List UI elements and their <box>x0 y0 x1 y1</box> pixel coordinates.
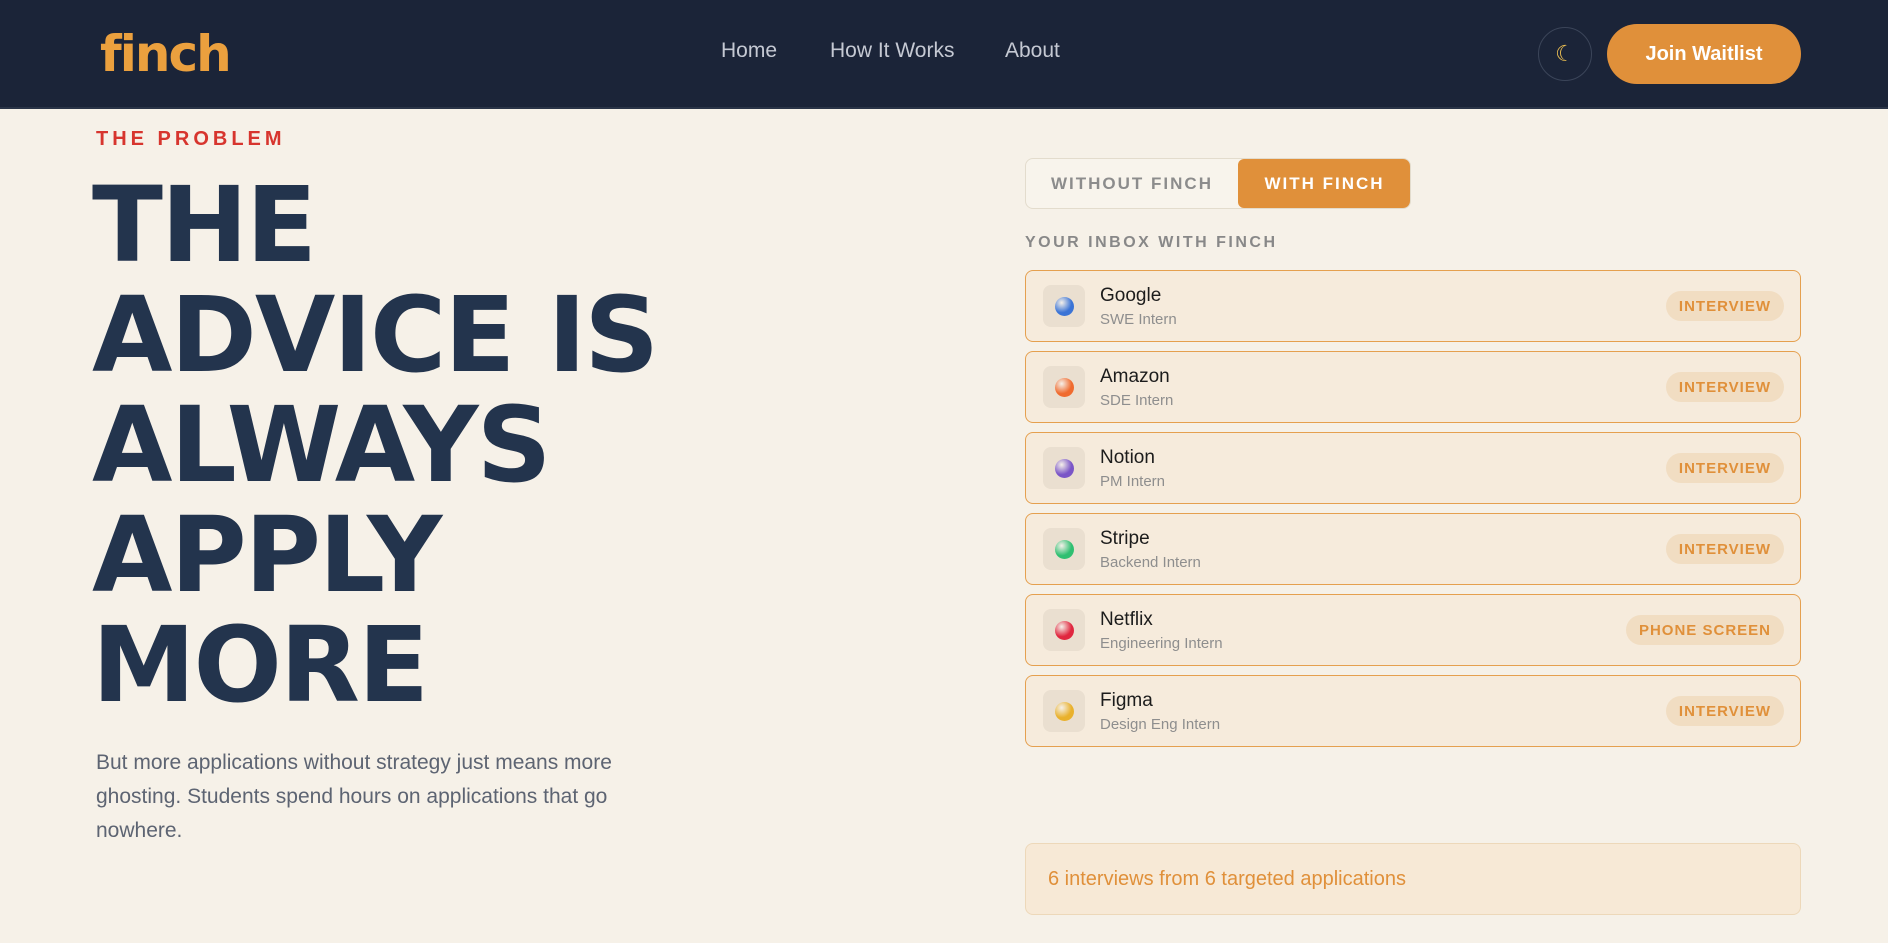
company-name: Amazon <box>1100 366 1170 387</box>
nav-home-link[interactable]: Home <box>721 38 777 64</box>
role-title: Backend Intern <box>1100 554 1201 571</box>
company-name: Figma <box>1100 690 1153 711</box>
with-finch-tab[interactable]: WITH FINCH <box>1238 159 1410 208</box>
join-waitlist-button[interactable]: Join Waitlist <box>1607 24 1801 84</box>
finch-comparison-toggle: WITHOUT FINCH WITH FINCH <box>1025 158 1411 209</box>
hero-subtext: But more applications without strategy j… <box>96 751 612 842</box>
role-title: SWE Intern <box>1100 311 1177 328</box>
company-dot-icon <box>1054 620 1074 640</box>
role-title: PM Intern <box>1100 473 1166 490</box>
hero-headline: THE ADVICE IS ALWAYS APPLY MORE <box>92 170 852 720</box>
company-name: Netflix <box>1100 609 1153 630</box>
theme-toggle-button[interactable]: ☾ <box>1538 27 1592 81</box>
headline-line: THE <box>92 164 317 286</box>
company-logo-icon <box>1043 366 1085 408</box>
company-logo-icon <box>1043 285 1085 327</box>
role-title: Engineering Intern <box>1100 635 1223 652</box>
status-badge: INTERVIEW <box>1665 372 1784 402</box>
inbox-row[interactable]: Netflix Engineering Intern PHONE SCREEN <box>1025 594 1801 666</box>
status-badge: PHONE SCREEN <box>1625 615 1784 645</box>
without-finch-tab[interactable]: WITHOUT FINCH <box>1026 159 1238 208</box>
company-dot-icon <box>1054 458 1074 478</box>
summary-text: 6 interviews from 6 targeted application… <box>1048 868 1406 890</box>
company-logo-icon <box>1043 690 1085 732</box>
status-badge: INTERVIEW <box>1665 696 1784 726</box>
inbox-row[interactable]: Figma Design Eng Intern INTERVIEW <box>1025 675 1801 747</box>
company-dot-icon <box>1054 377 1074 397</box>
company-name: Notion <box>1100 447 1155 468</box>
inbox-row[interactable]: Notion PM Intern INTERVIEW <box>1025 432 1801 504</box>
company-logo-icon <box>1043 528 1085 570</box>
status-badge: INTERVIEW <box>1665 534 1784 564</box>
company-logo-icon <box>1043 609 1085 651</box>
nav-how-it-works-link[interactable]: How It Works <box>830 38 954 64</box>
role-title: SDE Intern <box>1100 392 1174 409</box>
inbox-label: YOUR INBOX WITH FINCH <box>1025 234 1278 251</box>
company-logo-icon <box>1043 447 1085 489</box>
status-badge: INTERVIEW <box>1665 291 1784 321</box>
inbox-row[interactable]: Google SWE Intern INTERVIEW <box>1025 270 1801 342</box>
company-name: Stripe <box>1100 528 1150 549</box>
company-dot-icon <box>1054 539 1074 559</box>
company-dot-icon <box>1054 701 1074 721</box>
headline-line: ADVICE IS <box>92 274 659 396</box>
company-dot-icon <box>1054 296 1074 316</box>
role-title: Design Eng Intern <box>1100 716 1221 733</box>
headline-line: ALWAYS <box>92 384 551 506</box>
inbox-row[interactable]: Stripe Backend Intern INTERVIEW <box>1025 513 1801 585</box>
top-nav-bar: finch Home How It Works About ☾ Join Wai… <box>0 0 1888 109</box>
summary-box: 6 interviews from 6 targeted application… <box>1025 843 1801 915</box>
nav-about-link[interactable]: About <box>1005 38 1060 64</box>
finch-logo[interactable]: finch <box>100 26 232 82</box>
headline-line: APPLY <box>92 494 442 616</box>
section-eyebrow: THE PROBLEM <box>96 128 286 150</box>
headline-line: MORE <box>92 604 429 726</box>
status-badge: INTERVIEW <box>1665 453 1784 483</box>
company-name: Google <box>1100 285 1162 306</box>
inbox-row[interactable]: Amazon SDE Intern INTERVIEW <box>1025 351 1801 423</box>
moon-icon: ☾ <box>1555 41 1575 67</box>
